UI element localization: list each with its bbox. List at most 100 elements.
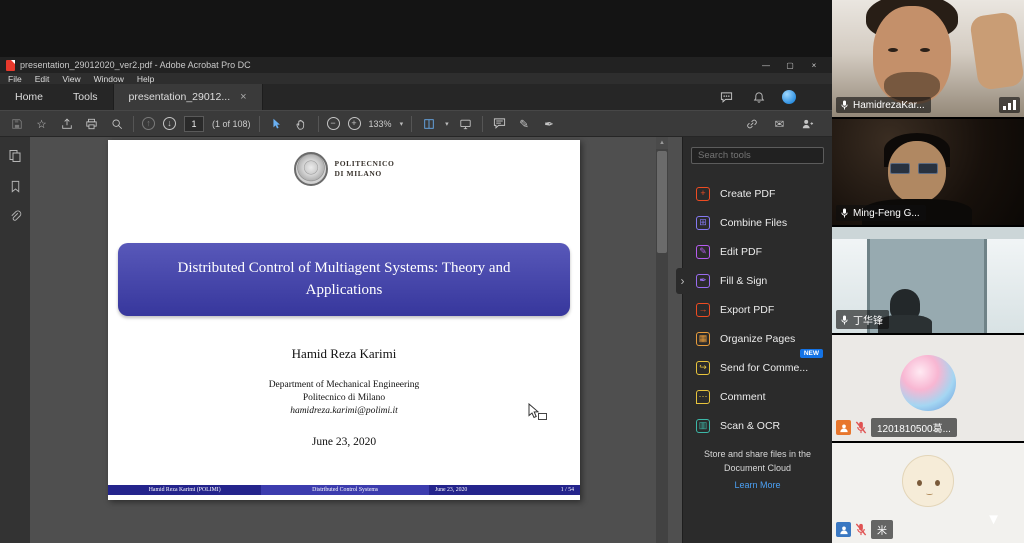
slide-dept: Department of Mechanical Engineering [108,379,580,392]
menu-file[interactable]: File [8,74,22,84]
mouse-cursor [527,403,541,419]
muted-mic-icon [855,421,867,434]
hand-tool-icon[interactable] [293,115,310,133]
participant-label: Ming-Feng G... [836,205,926,221]
maximize-button[interactable]: ▢ [778,57,802,73]
comment-tool-icon[interactable] [491,115,508,133]
scroll-up-icon[interactable]: ▲ [656,137,668,149]
print-icon[interactable] [83,115,100,133]
user-avatar[interactable] [782,90,796,104]
bookmarks-icon[interactable] [9,180,22,193]
slide-institution: Politecnico di Milano [108,392,580,405]
tool-export-pdf[interactable]: → Export PDF [683,295,832,324]
previous-page-icon[interactable]: ↑ [142,117,155,130]
acrobat-window: presentation_29012020_ver2.pdf - Adobe A… [0,57,832,543]
star-icon[interactable]: ☆ [33,115,50,133]
tool-comment[interactable]: ⋯ Comment [683,382,832,411]
pdf-page: POLITECNICO DI MILANO Distributed Contro… [108,140,580,500]
learn-more-link[interactable]: Learn More [683,480,832,490]
collapse-strip-icon[interactable]: ▼ [986,512,1001,527]
minimize-button[interactable]: — [754,57,778,73]
tab-document[interactable]: presentation_29012... × [113,84,263,110]
create-pdf-icon: + [696,187,710,201]
participant-name: 米 [871,520,893,539]
slide-footer-author: Hamid Reza Karimi (POLIMI) [108,485,261,495]
tool-send-for-comments[interactable]: ↪ Send for Comme... NEW [683,353,832,382]
link-icon[interactable] [743,115,760,133]
menu-bar: File Edit View Window Help [0,73,832,84]
mic-icon [840,99,849,111]
fill-sign-icon: ✒ [696,274,710,288]
tool-combine-files[interactable]: ⊞ Combine Files [683,208,832,237]
organize-pages-icon: ▦ [696,332,710,346]
select-tool-icon[interactable] [268,115,285,133]
slide-footer-page: 1 / 54 [561,487,574,493]
tab-bar: Home Tools presentation_29012... × [0,84,832,110]
tools-search-box[interactable] [691,147,824,164]
page-thumbnails-icon[interactable] [8,149,22,163]
politecnico-seal-icon [294,152,328,186]
highlighter-icon[interactable]: ✎ [516,115,533,133]
page-view-icon[interactable] [420,115,437,133]
notifications-comment-icon[interactable] [718,88,735,106]
tools-list: + Create PDF ⊞ Combine Files ✎ Edit PDF [683,179,832,440]
zoom-in-icon[interactable]: + [348,117,361,130]
slide-affiliation: Department of Mechanical Engineering Pol… [108,379,580,418]
scrollbar-thumb[interactable] [657,151,667,253]
tool-create-pdf[interactable]: + Create PDF [683,179,832,208]
combine-files-icon: ⊞ [696,216,710,230]
share-icon[interactable] [58,115,75,133]
document-cloud-promo: Store and share files in the Document Cl… [683,448,832,475]
tools-panel: › + Create PDF ⊞ Combine Files [682,137,832,543]
menu-view[interactable]: View [62,74,80,84]
participant-tile-2[interactable]: Ming-Feng G... [832,119,1024,225]
menu-help[interactable]: Help [137,74,154,84]
slide-logo: POLITECNICO DI MILANO [108,152,580,186]
tab-tools[interactable]: Tools [58,84,113,110]
tool-scan-ocr[interactable]: ▥ Scan & OCR [683,411,832,440]
vertical-scrollbar[interactable]: ▲ [656,137,668,543]
document-viewport[interactable]: POLITECNICO DI MILANO Distributed Contro… [30,137,682,543]
menu-edit[interactable]: Edit [35,74,50,84]
left-navigation-rail [0,137,30,543]
zoom-out-icon[interactable]: − [327,117,340,130]
profile-badge-icon [836,522,851,537]
tab-home[interactable]: Home [0,84,58,110]
menu-window[interactable]: Window [94,74,124,84]
window-titlebar[interactable]: presentation_29012020_ver2.pdf - Adobe A… [0,57,832,73]
save-icon[interactable] [8,115,25,133]
tab-close-icon[interactable]: × [240,91,246,103]
participant-avatar [902,455,954,507]
add-user-icon[interactable] [799,115,816,133]
tool-edit-pdf[interactable]: ✎ Edit PDF [683,237,832,266]
participant-tile-1[interactable]: HamidrezaKar... [832,0,1024,117]
participant-tile-4[interactable]: 1201810500葛... [832,335,1024,441]
network-quality-icon [999,97,1020,113]
page-count-label: (1 of 108) [212,119,251,129]
bell-icon[interactable] [750,88,767,106]
next-page-icon[interactable]: ↓ [163,117,176,130]
close-button[interactable]: × [802,57,826,73]
zoom-caret-icon[interactable]: ▾ [400,120,404,128]
attachments-icon[interactable] [9,210,22,223]
logo-line2: DI MILANO [335,169,395,179]
page-number-input[interactable] [184,116,204,132]
window-title: presentation_29012020_ver2.pdf - Adobe A… [20,60,251,70]
zoom-level[interactable]: 133% [369,119,392,129]
participant-tile-5[interactable]: 米 [832,443,1024,543]
new-badge: NEW [800,349,823,358]
participant-name: 1201810500葛... [871,418,957,437]
participant-tile-3[interactable]: 丁华锋 [832,227,1024,333]
search-icon[interactable] [108,115,125,133]
tools-search-input[interactable] [698,150,817,161]
content-area: POLITECNICO DI MILANO Distributed Contro… [0,137,832,543]
screen: presentation_29012020_ver2.pdf - Adobe A… [0,0,1024,543]
tool-fill-sign[interactable]: ✒ Fill & Sign [683,266,832,295]
participant-avatar [900,355,956,411]
presentation-icon[interactable] [457,115,474,133]
slide-footer-right: June 23, 2020 1 / 54 [429,485,580,495]
page-view-caret-icon[interactable]: ▾ [445,120,449,128]
sign-icon[interactable]: ✒ [541,115,558,133]
participant-name: Ming-Feng G... [853,208,920,219]
email-icon[interactable]: ✉ [771,115,788,133]
